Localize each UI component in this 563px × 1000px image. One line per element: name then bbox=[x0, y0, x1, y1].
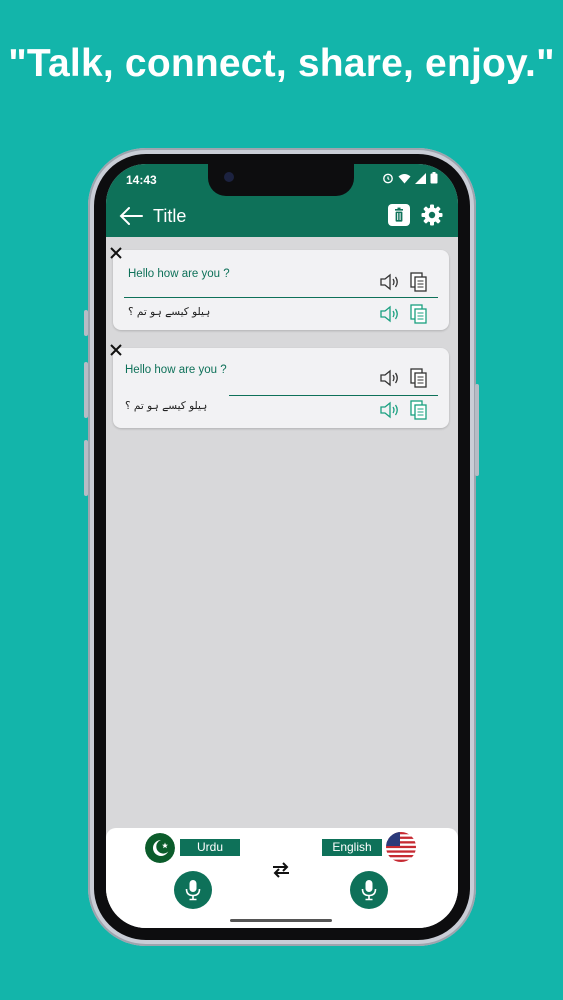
speaker-icon[interactable] bbox=[378, 302, 402, 326]
app-screen: 14:43 Title Hello how are you ? ہیلو کیس… bbox=[106, 164, 458, 928]
speaker-icon[interactable] bbox=[378, 366, 402, 390]
copy-icon[interactable] bbox=[407, 398, 431, 422]
swap-icon[interactable] bbox=[271, 860, 291, 880]
battery-icon bbox=[430, 172, 438, 184]
phone-volume-down bbox=[84, 440, 88, 496]
phone-side-button bbox=[84, 310, 88, 336]
source-mic-button[interactable] bbox=[174, 871, 212, 909]
phone-volume-up bbox=[84, 362, 88, 418]
front-camera bbox=[224, 172, 234, 182]
page-title: Title bbox=[153, 206, 187, 226]
divider bbox=[124, 297, 438, 298]
source-text: Hello how are you ? bbox=[128, 268, 230, 280]
copy-icon[interactable] bbox=[407, 270, 431, 294]
pakistan-flag-icon[interactable] bbox=[145, 833, 175, 863]
speaker-icon[interactable] bbox=[378, 398, 402, 422]
divider bbox=[229, 395, 438, 396]
close-icon[interactable] bbox=[108, 342, 124, 358]
home-indicator[interactable] bbox=[230, 919, 332, 922]
source-text: Hello how are you ? bbox=[125, 364, 227, 376]
mic-icon bbox=[361, 880, 377, 901]
translated-text: ہیلو کیسے ہو تم ؟ bbox=[128, 306, 211, 318]
copy-icon[interactable] bbox=[407, 366, 431, 390]
mic-icon bbox=[185, 880, 201, 901]
close-icon[interactable] bbox=[108, 245, 124, 261]
translated-text: ہیلو کیسے ہو تم ؟ bbox=[125, 400, 208, 412]
target-language-label[interactable]: English bbox=[322, 839, 382, 856]
language-panel: Urdu English bbox=[106, 828, 458, 928]
gear-icon[interactable] bbox=[420, 203, 444, 227]
trash-icon[interactable] bbox=[388, 204, 410, 226]
copy-icon[interactable] bbox=[407, 302, 431, 326]
status-time: 14:43 bbox=[126, 173, 157, 187]
headline: "Talk, connect, share, enjoy." bbox=[8, 42, 555, 85]
conversation-card: Hello how are you ? ہیلو کیسے ہو تم ؟ bbox=[113, 250, 449, 330]
target-mic-button[interactable] bbox=[350, 871, 388, 909]
speaker-icon[interactable] bbox=[378, 270, 402, 294]
source-language-label[interactable]: Urdu bbox=[180, 839, 240, 856]
signal-icon bbox=[415, 172, 426, 184]
app-bar: Title bbox=[106, 196, 458, 237]
usa-flag-icon[interactable] bbox=[386, 832, 416, 862]
wifi-icon bbox=[398, 173, 411, 183]
conversation-card: Hello how are you ? ہیلو کیسے ہو تم ؟ bbox=[113, 348, 449, 428]
status-icons bbox=[382, 172, 438, 184]
phone-power-button bbox=[475, 384, 479, 476]
alarm-icon bbox=[383, 173, 393, 184]
back-arrow-icon[interactable] bbox=[118, 204, 144, 228]
